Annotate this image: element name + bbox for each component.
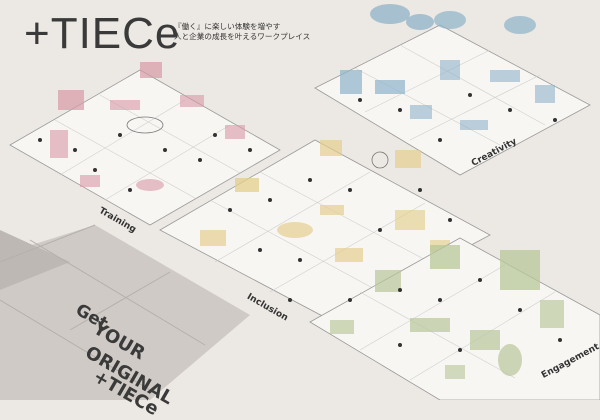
logo-title: +TIECe — [24, 9, 181, 58]
tagline-line-1: 『働く』に楽しい体験を増やす — [174, 22, 281, 31]
tagline-line-2: 人と企業の成長を叶えるワークプレイス — [174, 32, 311, 41]
workplace-illustration — [0, 4, 600, 400]
tagline: 『働く』に楽しい体験を増やす 人と企業の成長を叶えるワークプレイス — [174, 22, 310, 42]
creativity-floor — [314, 4, 591, 176]
